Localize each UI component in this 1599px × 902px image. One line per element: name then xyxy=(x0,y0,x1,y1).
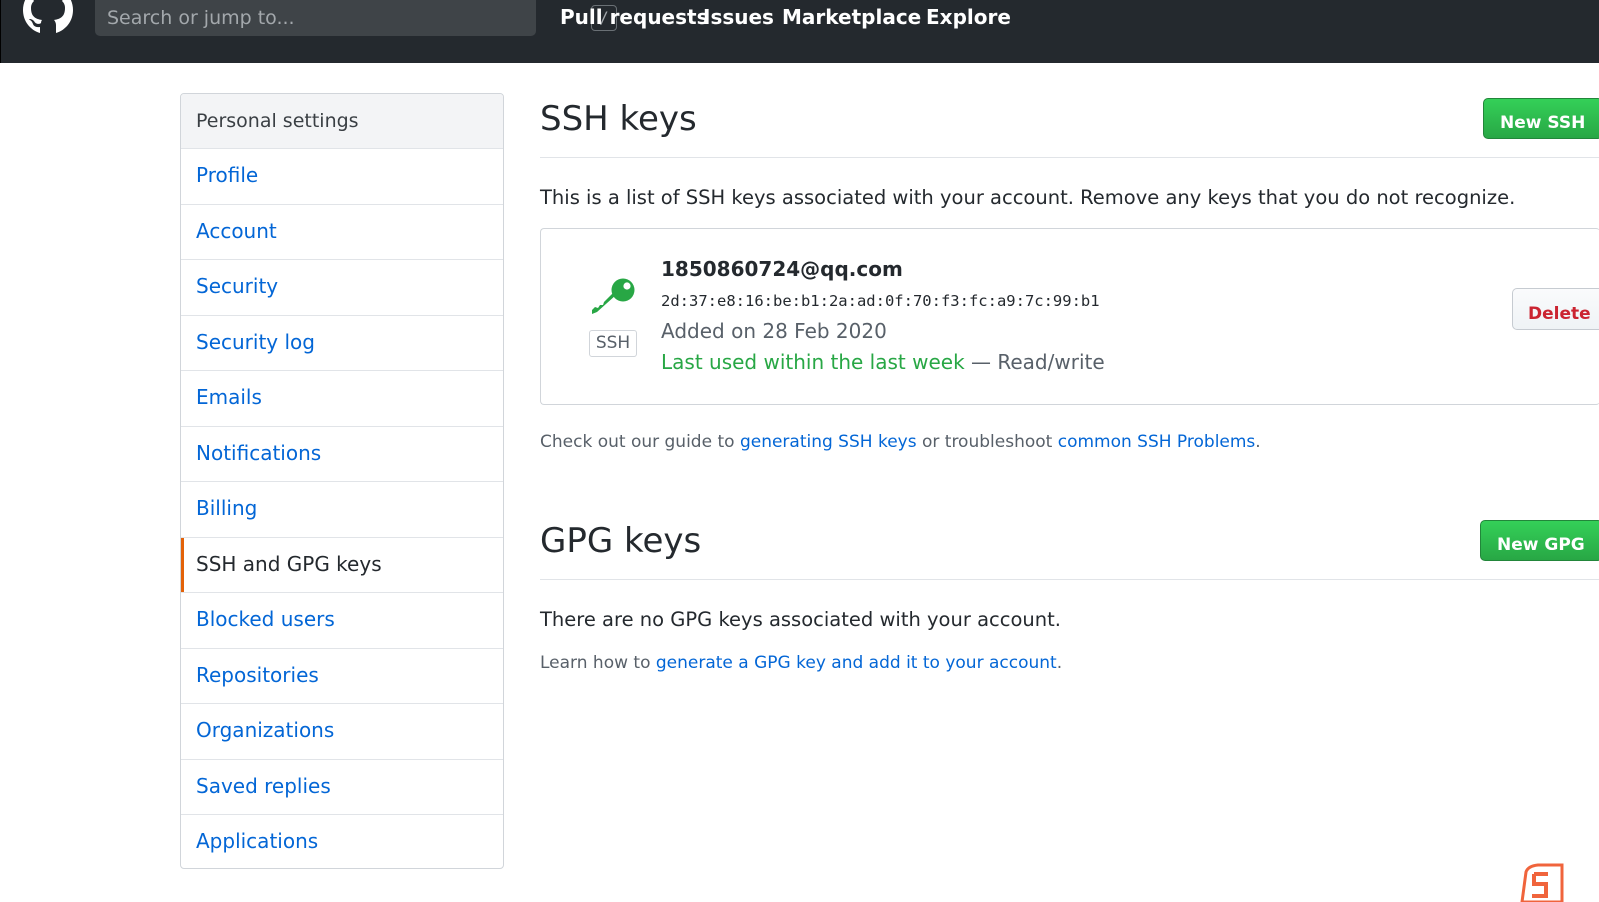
search-box[interactable]: / xyxy=(95,0,617,36)
ssh-key-fingerprint: 2d:37:e8:16:be:b1:2a:ad:0f:70:f3:fc:a9:7… xyxy=(661,292,1100,310)
sidebar-item-emails[interactable]: Emails xyxy=(181,371,503,427)
gpg-empty-text: There are no GPG keys associated with yo… xyxy=(540,608,1061,631)
new-gpg-key-button[interactable]: New GPG xyxy=(1480,520,1599,561)
corner-app-icon xyxy=(1520,863,1564,902)
ssh-key-usage: Last used within the last week — Read/wr… xyxy=(661,350,1105,374)
ssh-key-badge: SSH xyxy=(589,330,637,357)
sidebar-item-organizations[interactable]: Organizations xyxy=(181,704,503,760)
ssh-section-divider xyxy=(540,157,1599,158)
sidebar-item-security[interactable]: Security xyxy=(181,260,503,316)
sidebar-item-profile[interactable]: Profile xyxy=(181,149,503,205)
ssh-key-title: 1850860724@qq.com xyxy=(661,257,903,281)
new-ssh-key-button[interactable]: New SSH xyxy=(1483,98,1599,139)
sidebar-item-billing[interactable]: Billing xyxy=(181,482,503,538)
ssh-key-last-used: Last used within the last week xyxy=(661,350,965,374)
sidebar-item-blocked-users[interactable]: Blocked users xyxy=(181,593,503,649)
main-content: SSH keys New SSH This is a list of SSH k… xyxy=(540,0,1599,902)
gpg-keys-title: GPG keys xyxy=(540,521,702,561)
generating-ssh-keys-link[interactable]: generating SSH keys xyxy=(740,432,917,452)
sidebar-item-saved-replies[interactable]: Saved replies xyxy=(181,760,503,815)
gpg-help-prefix: Learn how to xyxy=(540,653,651,673)
key-icon xyxy=(592,278,635,314)
sidebar-heading: Personal settings xyxy=(181,94,503,149)
ssh-help-prefix: Check out our guide to xyxy=(540,432,735,452)
sidebar-item-repositories[interactable]: Repositories xyxy=(181,649,503,704)
ssh-key-item: SSH 1850860724@qq.com 2d:37:e8:16:be:b1:… xyxy=(540,228,1599,405)
generate-gpg-key-link[interactable]: generate a GPG key and add it to your ac… xyxy=(656,653,1057,673)
delete-ssh-key-button[interactable]: Delete xyxy=(1512,288,1599,330)
gpg-help-text: Learn how to generate a GPG key and add … xyxy=(540,653,1062,673)
sidebar-item-ssh-gpg-keys[interactable]: SSH and GPG keys xyxy=(181,537,503,593)
ssh-help-suffix: . xyxy=(1255,432,1261,452)
ssh-intro-text: This is a list of SSH keys associated wi… xyxy=(540,186,1516,209)
gpg-section-divider xyxy=(540,579,1599,580)
ssh-keys-title: SSH keys xyxy=(540,99,697,139)
gpg-help-suffix: . xyxy=(1056,653,1063,673)
github-logo-icon[interactable] xyxy=(23,0,73,40)
ssh-help-text: Check out our guide to generating SSH ke… xyxy=(540,432,1261,452)
sidebar-item-security-log[interactable]: Security log xyxy=(181,316,503,371)
ssh-help-middle: or troubleshoot xyxy=(921,432,1053,452)
sidebar-item-account[interactable]: Account xyxy=(181,205,503,260)
sidebar-item-notifications[interactable]: Notifications xyxy=(181,427,503,482)
settings-sidebar: Personal settings Profile Account Securi… xyxy=(180,93,504,869)
ssh-key-access: — Read/write xyxy=(971,350,1105,374)
sidebar-item-applications[interactable]: Applications xyxy=(181,815,503,868)
search-input[interactable] xyxy=(107,4,487,32)
common-ssh-problems-link[interactable]: common SSH Problems xyxy=(1058,432,1256,452)
ssh-key-added-date: Added on 28 Feb 2020 xyxy=(661,319,887,343)
